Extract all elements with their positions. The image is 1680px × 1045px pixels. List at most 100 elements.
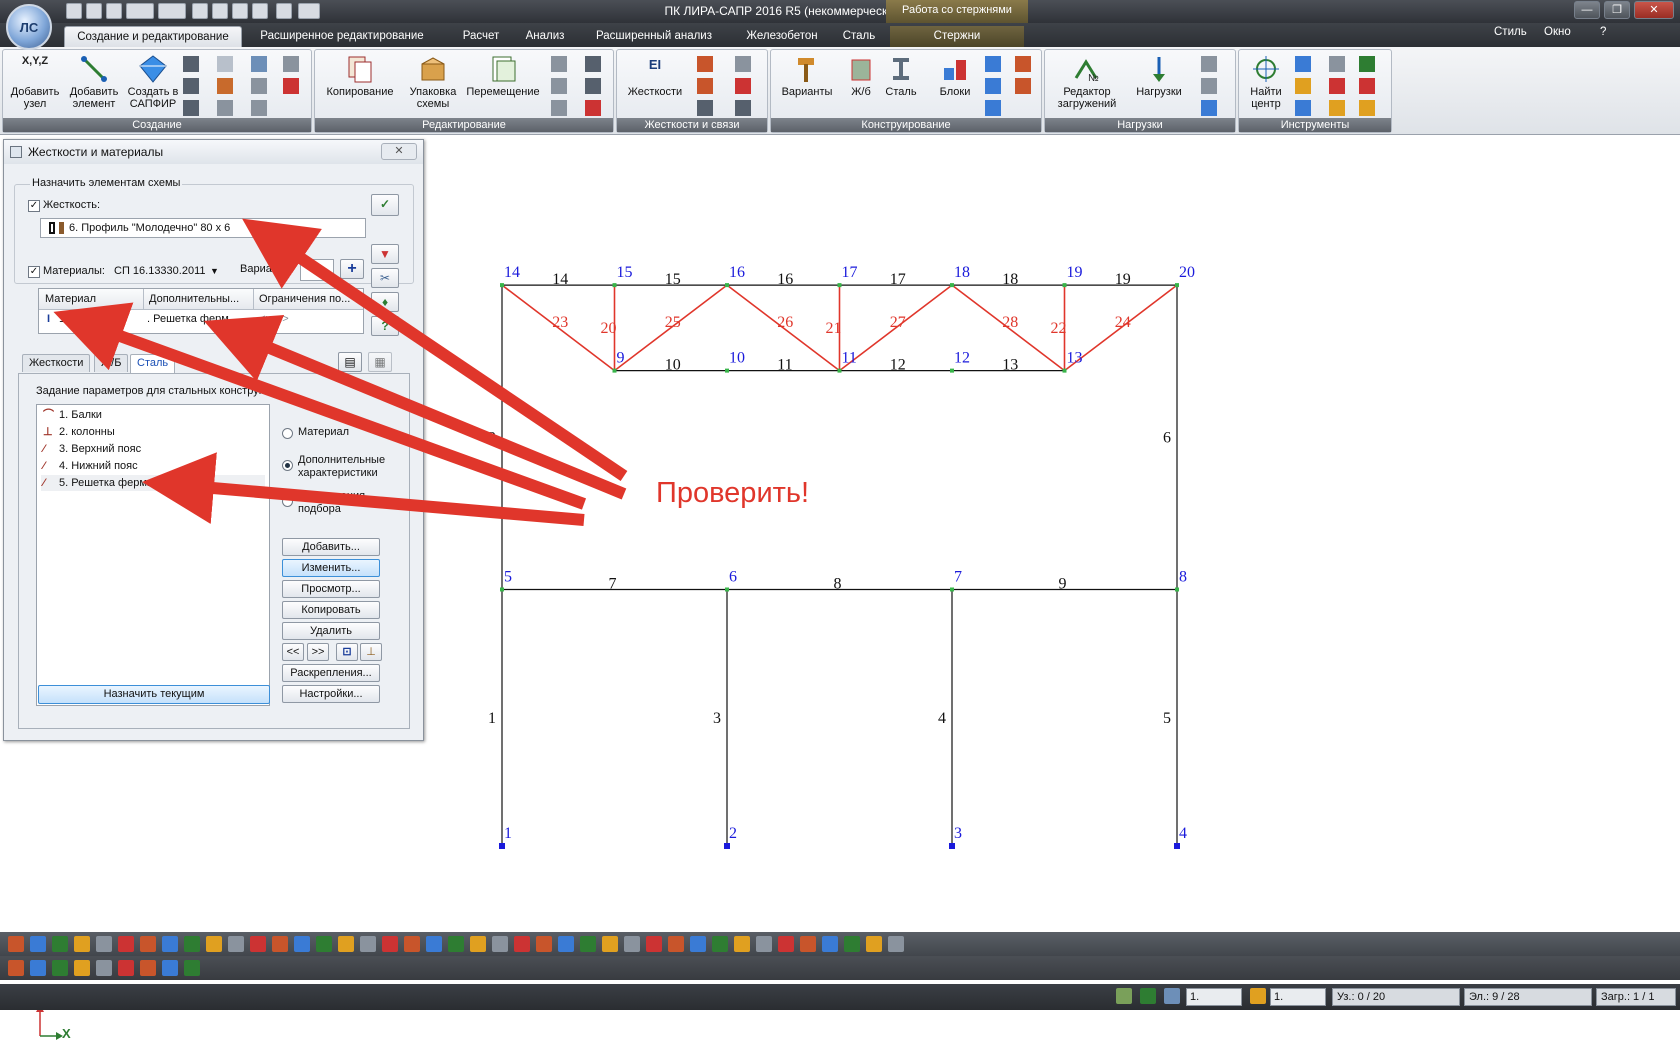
view-tool-icon[interactable] — [272, 936, 288, 952]
node-marker[interactable] — [500, 587, 504, 592]
move-button[interactable]: Перемещение — [465, 54, 541, 98]
list-item[interactable]: ⊥ 2. колонны — [43, 424, 115, 440]
delete-button[interactable]: Удалить — [282, 622, 380, 640]
list-item[interactable]: ⁄ 4. Нижний пояс — [43, 458, 138, 474]
view-tool-icon[interactable] — [294, 936, 310, 952]
building-icon[interactable] — [183, 100, 199, 116]
node-marker[interactable] — [1062, 368, 1067, 373]
view-tool-icon[interactable] — [580, 936, 596, 952]
cc-icon[interactable] — [735, 56, 751, 72]
export-icon[interactable] — [252, 3, 268, 19]
zoom-tool-icon[interactable] — [1295, 100, 1311, 116]
list-item[interactable]: ⌒ 1. Балки — [43, 407, 102, 423]
selection-tool-icon[interactable] — [52, 960, 68, 976]
tab-create-edit[interactable]: Создание и редактирование — [64, 26, 242, 47]
node-marker[interactable] — [725, 587, 729, 592]
selection-tool-icon[interactable] — [140, 960, 156, 976]
close-button[interactable]: ✕ — [1634, 1, 1674, 19]
camera-icon[interactable] — [1295, 78, 1311, 94]
tab-advanced-analysis[interactable]: Расширенный анализ — [584, 26, 724, 47]
selection-tool-icon[interactable] — [118, 960, 134, 976]
properties-icon[interactable] — [212, 3, 228, 19]
view-tool-icon[interactable] — [668, 936, 684, 952]
node-marker[interactable] — [725, 283, 729, 288]
view-tool-icon[interactable] — [250, 936, 266, 952]
selection-tool-icon[interactable] — [30, 960, 46, 976]
view-tool-icon[interactable] — [888, 936, 904, 952]
hatch-icon[interactable] — [251, 100, 267, 116]
rotate-icon[interactable] — [551, 78, 567, 94]
materials-checkbox[interactable]: ✓ — [28, 266, 40, 278]
view-tool-icon[interactable] — [338, 936, 354, 952]
norm-dropdown-icon[interactable]: ▼ — [210, 266, 219, 276]
add-button[interactable]: Добавить... — [282, 538, 380, 556]
load-editor-button[interactable]: № Редактор загружений — [1049, 54, 1125, 110]
radio-limits[interactable] — [282, 496, 293, 507]
variants-button[interactable]: Варианты — [777, 54, 837, 98]
qat-more-icon[interactable] — [298, 3, 320, 19]
color-map-icon[interactable] — [1359, 100, 1375, 116]
stiffness-field[interactable]: 6. Профиль "Молодечно" 80 x 6 — [40, 218, 366, 238]
node-marker[interactable] — [500, 283, 504, 288]
load-combo-select[interactable]: 1. — [1186, 988, 1242, 1006]
mirror-icon[interactable] — [585, 56, 601, 72]
col-limits[interactable]: Ограничения по... — [259, 293, 350, 305]
node-marker[interactable] — [1175, 283, 1179, 288]
apply-check-button[interactable]: ✓ — [371, 194, 399, 216]
selection-tool-icon[interactable] — [96, 960, 112, 976]
view-tool-icon[interactable] — [448, 936, 464, 952]
node-marker[interactable] — [1062, 283, 1067, 288]
cut-button[interactable]: ✂ — [371, 268, 399, 288]
copy-button[interactable]: Копировать — [282, 601, 380, 619]
pointer-icon[interactable] — [1295, 56, 1311, 72]
tab-analysis[interactable]: Анализ — [516, 26, 574, 47]
bracing-button[interactable]: Раскрепления... — [282, 664, 380, 682]
help-menu[interactable]: ? — [1600, 26, 1606, 38]
view-tool-icon[interactable] — [514, 936, 530, 952]
sum-icon[interactable] — [1359, 56, 1375, 72]
tab-steel[interactable]: Сталь — [130, 354, 176, 373]
selection-tool-icon[interactable] — [162, 960, 178, 976]
variant-field[interactable] — [300, 259, 334, 281]
view-tool-icon[interactable] — [118, 936, 134, 952]
node-tool-icon[interactable] — [217, 78, 233, 94]
scissors-icon[interactable] — [551, 56, 567, 72]
view-tool-icon[interactable] — [734, 936, 750, 952]
view-tool-icon[interactable] — [382, 936, 398, 952]
pack-button[interactable]: Упаковка схемы — [405, 54, 461, 110]
link-elements-button[interactable]: ⊡ — [336, 643, 358, 661]
assign-current-button[interactable]: Назначить текущим — [38, 685, 270, 704]
node-marker[interactable] — [612, 283, 617, 288]
view-tool-icon[interactable] — [712, 936, 728, 952]
list-item-selected[interactable]: ⁄ 5. Решетка фермы — [41, 475, 265, 491]
radio-extra[interactable] — [282, 460, 293, 471]
loads-button[interactable]: Нагрузки — [1129, 54, 1189, 98]
mesh-icon[interactable] — [251, 78, 267, 94]
view-tool-icon[interactable] — [624, 936, 640, 952]
edit-button[interactable]: Изменить... — [282, 559, 380, 577]
view-tool-icon[interactable] — [8, 936, 24, 952]
next-button[interactable]: >> — [307, 643, 329, 661]
loadcase-icon[interactable] — [1164, 988, 1180, 1004]
steel-button[interactable]: Сталь — [881, 54, 921, 98]
axis-tool-button[interactable]: ⊥ — [360, 643, 382, 661]
numbering-icon[interactable] — [1329, 56, 1345, 72]
find-center-button[interactable]: Найти центр — [1243, 54, 1289, 110]
support-node[interactable] — [499, 843, 505, 849]
node-marker[interactable] — [837, 283, 842, 288]
tab-rods[interactable]: Стержни — [890, 26, 1024, 47]
split-icon[interactable] — [585, 78, 601, 94]
rc-button[interactable]: Ж/б — [843, 54, 879, 98]
view-tool-icon[interactable] — [602, 936, 618, 952]
model-icon[interactable] — [192, 3, 208, 19]
cloud-icon[interactable] — [251, 56, 267, 72]
link-icon[interactable] — [697, 56, 713, 72]
view-tool-icon[interactable] — [492, 936, 508, 952]
maximize-button[interactable]: ❐ — [1604, 1, 1630, 19]
arch-icon[interactable] — [183, 78, 199, 94]
node-marker[interactable] — [612, 368, 617, 373]
view-tool-icon[interactable] — [558, 936, 574, 952]
view-tool-icon[interactable] — [800, 936, 816, 952]
list-item[interactable]: ⁄ 3. Верхний пояс — [43, 441, 141, 457]
support-node[interactable] — [1174, 843, 1180, 849]
